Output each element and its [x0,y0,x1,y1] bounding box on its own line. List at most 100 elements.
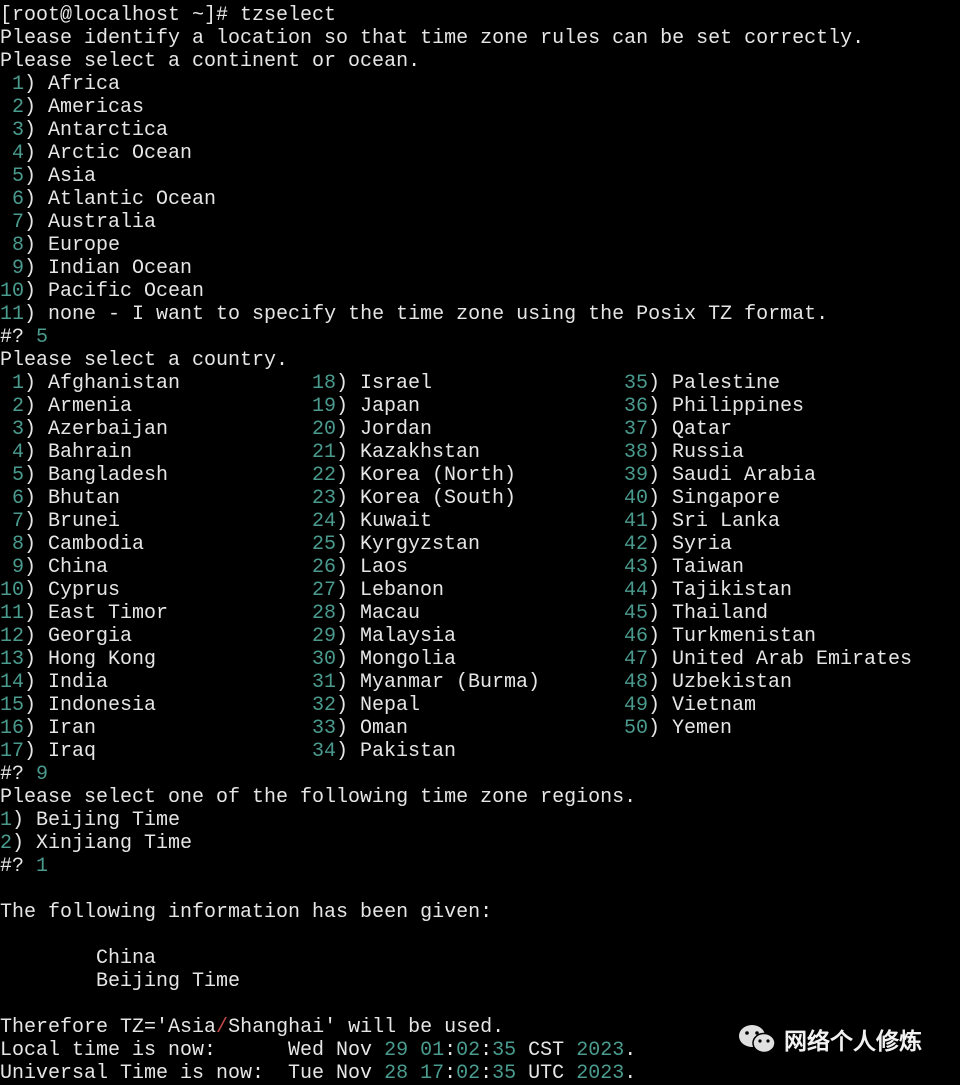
country-row: 2) Armenia 19) Japan 36) Philippines [0,395,864,418]
time-minute: 02 [456,1062,481,1085]
country-option: 23) Korea (South) [312,487,516,510]
region-option: 1) Beijing Time [0,809,864,832]
country-label: ) Tajikistan [648,579,793,602]
country-option: 33) Oman [312,717,408,740]
continent-label: ) Atlantic Ocean [24,188,217,211]
answer-value: 9 [36,763,49,786]
country-label: ) United Arab Emirates [648,648,913,671]
time-hour: 01 [420,1039,445,1062]
country-option: 30) Mongolia [312,648,456,671]
time-year: 2023 [576,1039,625,1062]
item-number: 1 [0,809,13,832]
item-number: 8 [0,234,25,257]
item-number: 1 [0,372,25,395]
country-option: 12) Georgia [0,625,132,648]
item-number: 46 [624,625,649,648]
country-label: ) Vietnam [648,694,757,717]
country-label: ) Malaysia [336,625,457,648]
country-label: ) Kyrgyzstan [336,533,481,556]
time-label: Local time is now: [0,1039,289,1062]
country-option: 44) Tajikistan [624,579,792,602]
country-label: ) Taiwan [648,556,745,579]
continent-option: 1) Africa [0,73,864,96]
country-option: 36) Philippines [624,395,804,418]
country-row: 7) Brunei 24) Kuwait 41) Sri Lanka [0,510,864,533]
continent-label: ) Arctic Ocean [24,142,193,165]
item-number: 17 [0,740,25,763]
item-number: 21 [312,441,337,464]
country-option: 49) Vietnam [624,694,756,717]
item-number: 39 [624,464,649,487]
continent-label: ) Asia [24,165,97,188]
colon: : [444,1062,457,1085]
prompt-line: [root@localhost ~]# tzselect [0,4,864,27]
item-number: 30 [312,648,337,671]
region-option: 2) Xinjiang Time [0,832,864,855]
country-row: 3) Azerbaijan 20) Jordan 37) Qatar [0,418,864,441]
country-label: ) Laos [336,556,409,579]
country-option: 34) Pakistan [312,740,456,763]
item-number: 29 [312,625,337,648]
continent-option: 6) Atlantic Ocean [0,188,864,211]
info-country-line: China [0,947,864,970]
country-option: 7) Brunei [0,510,120,533]
country-option: 42) Syria [624,533,732,556]
item-number: 32 [312,694,337,717]
item-number: 12 [0,625,25,648]
country-row: 14) India 31) Myanmar (Burma) 48) Uzbekist… [0,671,864,694]
country-label: ) Cyprus [24,579,121,602]
time-label: Universal Time is now: [0,1062,289,1085]
info-region: Beijing Time [0,970,241,993]
continent-option: 8) Europe [0,234,864,257]
continent-option: 9) Indian Ocean [0,257,864,280]
item-number: 19 [312,395,337,418]
item-number: 20 [312,418,337,441]
wechat-icon [739,1025,776,1054]
country-label: ) Pakistan [336,740,457,763]
answer-line: #? 1 [0,855,864,878]
country-label: ) Yemen [648,717,733,740]
country-option: 2) Armenia [0,395,132,418]
country-label: ) Thailand [648,602,769,625]
region-label: ) Beijing Time [12,809,181,832]
time-year: 2023 [576,1062,625,1085]
country-option: 4) Bahrain [0,441,132,464]
country-label: ) Bahrain [24,441,133,464]
item-number: 10 [0,579,25,602]
country-row: 4) Bahrain 21) Kazakhstan 38) Russia [0,441,864,464]
country-option: 1) Afghanistan [0,372,180,395]
country-option: 43) Taiwan [624,556,744,579]
item-number: 33 [312,717,337,740]
colon: : [480,1062,493,1085]
item-number: 10 [0,280,25,303]
country-label: ) Bhutan [24,487,121,510]
country-option: 26) Laos [312,556,408,579]
country-label: ) Oman [336,717,409,740]
input-prompt: #? [0,763,37,786]
country-option: 50) Yemen [624,717,732,740]
country-option: 46) Turkmenistan [624,625,816,648]
continent-label: ) Pacific Ocean [24,280,205,303]
country-label: ) East Timor [24,602,169,625]
country-row: 1) Afghanistan 18) Israel 35) Palestine [0,372,864,395]
item-number: 31 [312,671,337,694]
continent-option: 5) Asia [0,165,864,188]
info-region-line: Beijing Time [0,970,864,993]
time-date: 28 [384,1062,409,1085]
country-option: 10) Cyprus [0,579,120,602]
country-option: 29) Malaysia [312,625,456,648]
country-label: ) Iraq [24,740,97,763]
period: . [624,1062,637,1085]
period: . [624,1039,637,1062]
item-number: 48 [624,671,649,694]
item-number: 1 [0,73,25,96]
item-number: 36 [624,395,649,418]
continent-label: ) Americas [24,96,145,119]
country-option: 45) Thailand [624,602,768,625]
time-second: 35 [492,1039,517,1062]
item-number: 37 [624,418,649,441]
country-label: ) Indonesia [24,694,157,717]
